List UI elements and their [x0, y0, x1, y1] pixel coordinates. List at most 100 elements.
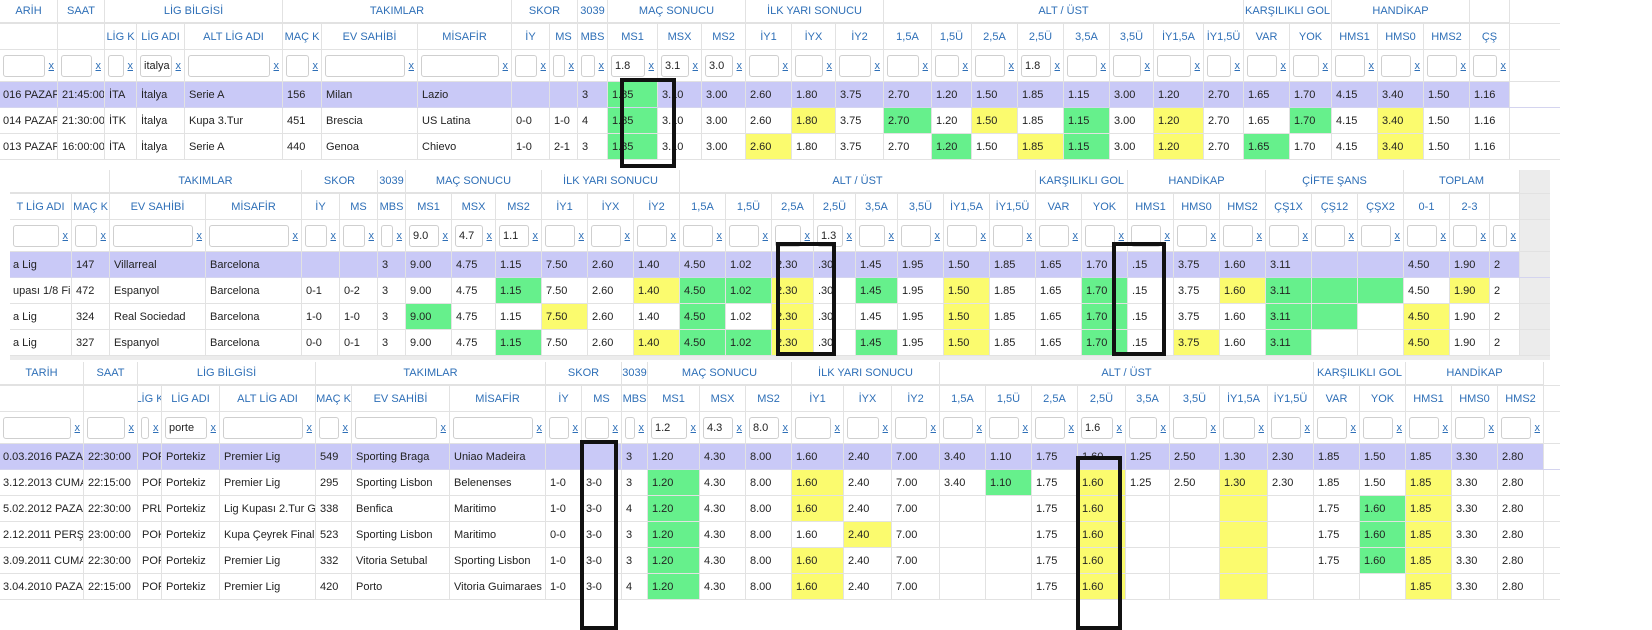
filter-input[interactable]: 1.1: [499, 224, 529, 247]
filter-input[interactable]: [1293, 54, 1319, 77]
filter-clear-link[interactable]: x: [307, 422, 313, 434]
filter-input[interactable]: porte: [165, 416, 207, 439]
column-header[interactable]: MS1: [406, 194, 452, 219]
filter-input[interactable]: [637, 224, 667, 247]
filter-clear-link[interactable]: x: [1069, 422, 1075, 434]
column-header[interactable]: 1,5A: [884, 24, 932, 49]
column-header[interactable]: HMS1: [1406, 386, 1452, 411]
column-header[interactable]: 3,5A: [1126, 386, 1170, 411]
column-header[interactable]: 2,5Ü: [1018, 24, 1064, 49]
filter-clear-link[interactable]: x: [343, 422, 349, 434]
column-header[interactable]: İY1,5Ü: [990, 194, 1036, 219]
column-header[interactable]: HMS2: [1424, 24, 1470, 49]
filter-clear-link[interactable]: x: [569, 60, 575, 72]
filter-clear-link[interactable]: x: [487, 230, 493, 242]
filter-input[interactable]: [795, 416, 831, 439]
filter-clear-link[interactable]: x: [176, 60, 182, 72]
filter-clear-link[interactable]: x: [931, 422, 937, 434]
column-header[interactable]: MİSAFİR: [418, 24, 512, 49]
column-header[interactable]: [58, 24, 105, 49]
table-row[interactable]: 3.12.2013 CUMART22:15:00PORPortekizPremi…: [0, 470, 1560, 496]
filter-clear-link[interactable]: x: [599, 60, 605, 72]
column-header[interactable]: İY2: [634, 194, 680, 219]
filter-clear-link[interactable]: x: [1323, 60, 1329, 72]
column-header[interactable]: [0, 386, 84, 411]
filter-input[interactable]: [319, 416, 339, 439]
filter-input[interactable]: 1.3: [817, 224, 843, 247]
column-header[interactable]: MS2: [496, 194, 542, 219]
filter-clear-link[interactable]: x: [397, 230, 403, 242]
filter-input[interactable]: [553, 54, 565, 77]
filter-clear-link[interactable]: x: [153, 422, 159, 434]
column-header[interactable]: ALT LİG ADI: [185, 24, 283, 49]
column-header[interactable]: HMS0: [1174, 194, 1220, 219]
filter-clear-link[interactable]: x: [625, 230, 631, 242]
filter-input[interactable]: [305, 224, 327, 247]
filter-input[interactable]: [3, 416, 71, 439]
column-header[interactable]: MS: [550, 24, 578, 49]
column-header[interactable]: MS1: [648, 386, 700, 411]
filter-clear-link[interactable]: x: [923, 60, 929, 72]
table-row[interactable]: 5.02.2012 PAZAR 22:30:00 PRL Portekiz Lig Ku…: [0, 496, 1560, 522]
filter-input[interactable]: [1113, 54, 1141, 77]
column-header[interactable]: EV SAHİBİ: [322, 24, 418, 49]
filter-input[interactable]: [1455, 416, 1485, 439]
column-header[interactable]: T LİG ADI: [10, 194, 72, 219]
filter-input[interactable]: [581, 54, 595, 77]
filter-clear-link[interactable]: x: [1511, 230, 1517, 242]
filter-input[interactable]: [1085, 224, 1115, 247]
column-header[interactable]: ÇŞ12: [1312, 194, 1358, 219]
filter-input[interactable]: [108, 54, 124, 77]
filter-input[interactable]: 4.7: [455, 224, 483, 247]
column-header[interactable]: İYX: [588, 194, 634, 219]
filter-clear-link[interactable]: x: [443, 230, 449, 242]
column-header[interactable]: İY2: [836, 24, 884, 49]
filter-clear-link[interactable]: x: [1211, 230, 1217, 242]
filter-input[interactable]: [683, 224, 713, 247]
filter-clear-link[interactable]: x: [128, 60, 134, 72]
filter-input[interactable]: [87, 416, 125, 439]
filter-clear-link[interactable]: x: [1195, 60, 1201, 72]
filter-input[interactable]: [355, 416, 437, 439]
column-header[interactable]: ÇŞX2: [1358, 194, 1404, 219]
filter-input[interactable]: [1335, 54, 1365, 77]
filter-input[interactable]: [1247, 54, 1277, 77]
filter-input[interactable]: [223, 416, 303, 439]
column-header[interactable]: [0, 24, 58, 49]
column-header[interactable]: MS1: [608, 24, 658, 49]
filter-clear-link[interactable]: x: [441, 422, 447, 434]
filter-input[interactable]: [209, 224, 289, 247]
column-header[interactable]: ÇŞ1X: [1266, 194, 1312, 219]
filter-input[interactable]: 8.0: [749, 416, 779, 439]
column-header[interactable]: YOK: [1290, 24, 1332, 49]
filter-input[interactable]: [13, 224, 59, 247]
filter-clear-link[interactable]: x: [503, 60, 509, 72]
filter-input[interactable]: [947, 224, 977, 247]
filter-input[interactable]: [1131, 224, 1161, 247]
filter-input[interactable]: [847, 416, 879, 439]
filter-clear-link[interactable]: x: [1415, 60, 1421, 72]
column-header[interactable]: İY1: [542, 194, 588, 219]
filter-input[interactable]: [421, 54, 499, 77]
column-header[interactable]: EV SAHİBİ: [352, 386, 450, 411]
column-header[interactable]: MS2: [746, 386, 792, 411]
filter-clear-link[interactable]: x: [1073, 230, 1079, 242]
filter-clear-link[interactable]: x: [875, 60, 881, 72]
column-header[interactable]: 1,5A: [940, 386, 986, 411]
filter-input[interactable]: [943, 416, 973, 439]
column-header[interactable]: İY1,5A: [1220, 386, 1268, 411]
column-header[interactable]: MBS: [622, 386, 648, 411]
filter-input[interactable]: [591, 224, 621, 247]
column-header[interactable]: MSX: [658, 24, 702, 49]
filter-clear-link[interactable]: x: [847, 230, 853, 242]
column-header[interactable]: İY: [546, 386, 582, 411]
column-header[interactable]: VAR: [1244, 24, 1290, 49]
filter-clear-link[interactable]: x: [1145, 60, 1151, 72]
filter-input[interactable]: [325, 54, 405, 77]
table-row[interactable]: a Lig 327 Espanyol Barcelona 0-0 0-1 3 9.00 4.75…: [10, 330, 1550, 356]
filter-input[interactable]: [1223, 224, 1253, 247]
filter-input[interactable]: [1177, 224, 1207, 247]
filter-input[interactable]: [895, 416, 927, 439]
filter-clear-link[interactable]: x: [1501, 60, 1507, 72]
filter-clear-link[interactable]: x: [537, 422, 543, 434]
